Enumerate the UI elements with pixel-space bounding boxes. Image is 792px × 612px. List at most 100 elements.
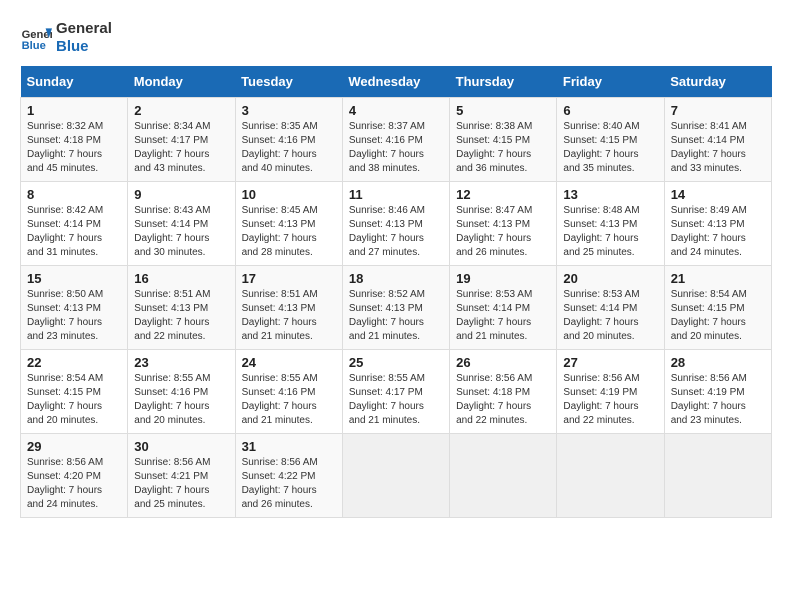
day-detail: Sunrise: 8:40 AMSunset: 4:15 PMDaylight:… [563,121,639,174]
calendar-table: SundayMondayTuesdayWednesdayThursdayFrid… [20,66,772,518]
col-header-tuesday: Tuesday [235,66,342,98]
day-detail: Sunrise: 8:42 AMSunset: 4:14 PMDaylight:… [27,205,103,258]
day-detail: Sunrise: 8:37 AMSunset: 4:16 PMDaylight:… [349,121,425,174]
day-detail: Sunrise: 8:48 AMSunset: 4:13 PMDaylight:… [563,205,639,258]
day-detail: Sunrise: 8:56 AMSunset: 4:19 PMDaylight:… [671,373,747,426]
day-number: 31 [242,439,336,454]
day-detail: Sunrise: 8:56 AMSunset: 4:21 PMDaylight:… [134,457,210,510]
day-number: 13 [563,187,657,202]
day-detail: Sunrise: 8:45 AMSunset: 4:13 PMDaylight:… [242,205,318,258]
calendar-week-1: 1 Sunrise: 8:32 AMSunset: 4:18 PMDayligh… [21,98,772,182]
col-header-thursday: Thursday [450,66,557,98]
day-detail: Sunrise: 8:56 AMSunset: 4:18 PMDaylight:… [456,373,532,426]
day-number: 29 [27,439,121,454]
day-number: 7 [671,103,765,118]
calendar-cell: 13 Sunrise: 8:48 AMSunset: 4:13 PMDaylig… [557,182,664,266]
day-detail: Sunrise: 8:55 AMSunset: 4:17 PMDaylight:… [349,373,425,426]
day-number: 19 [456,271,550,286]
col-header-saturday: Saturday [664,66,771,98]
day-detail: Sunrise: 8:51 AMSunset: 4:13 PMDaylight:… [134,289,210,342]
day-detail: Sunrise: 8:56 AMSunset: 4:20 PMDaylight:… [27,457,103,510]
day-number: 28 [671,355,765,370]
calendar-cell: 11 Sunrise: 8:46 AMSunset: 4:13 PMDaylig… [342,182,449,266]
day-detail: Sunrise: 8:52 AMSunset: 4:13 PMDaylight:… [349,289,425,342]
day-number: 2 [134,103,228,118]
day-detail: Sunrise: 8:35 AMSunset: 4:16 PMDaylight:… [242,121,318,174]
day-number: 16 [134,271,228,286]
day-detail: Sunrise: 8:56 AMSunset: 4:22 PMDaylight:… [242,457,318,510]
calendar-cell: 4 Sunrise: 8:37 AMSunset: 4:16 PMDayligh… [342,98,449,182]
day-number: 1 [27,103,121,118]
calendar-cell: 18 Sunrise: 8:52 AMSunset: 4:13 PMDaylig… [342,266,449,350]
calendar-cell: 30 Sunrise: 8:56 AMSunset: 4:21 PMDaylig… [128,434,235,518]
day-detail: Sunrise: 8:49 AMSunset: 4:13 PMDaylight:… [671,205,747,258]
logo-icon: General Blue [20,22,52,54]
day-number: 3 [242,103,336,118]
day-detail: Sunrise: 8:56 AMSunset: 4:19 PMDaylight:… [563,373,639,426]
calendar-cell: 25 Sunrise: 8:55 AMSunset: 4:17 PMDaylig… [342,350,449,434]
day-number: 25 [349,355,443,370]
logo-line1: General [56,20,112,38]
calendar-cell [664,434,771,518]
day-number: 15 [27,271,121,286]
calendar-cell: 24 Sunrise: 8:55 AMSunset: 4:16 PMDaylig… [235,350,342,434]
calendar-cell: 1 Sunrise: 8:32 AMSunset: 4:18 PMDayligh… [21,98,128,182]
calendar-cell: 15 Sunrise: 8:50 AMSunset: 4:13 PMDaylig… [21,266,128,350]
day-number: 17 [242,271,336,286]
calendar-cell: 2 Sunrise: 8:34 AMSunset: 4:17 PMDayligh… [128,98,235,182]
day-detail: Sunrise: 8:47 AMSunset: 4:13 PMDaylight:… [456,205,532,258]
calendar-cell: 28 Sunrise: 8:56 AMSunset: 4:19 PMDaylig… [664,350,771,434]
col-header-friday: Friday [557,66,664,98]
calendar-cell: 26 Sunrise: 8:56 AMSunset: 4:18 PMDaylig… [450,350,557,434]
day-number: 20 [563,271,657,286]
day-number: 26 [456,355,550,370]
calendar-week-5: 29 Sunrise: 8:56 AMSunset: 4:20 PMDaylig… [21,434,772,518]
day-number: 6 [563,103,657,118]
day-detail: Sunrise: 8:54 AMSunset: 4:15 PMDaylight:… [671,289,747,342]
calendar-cell: 9 Sunrise: 8:43 AMSunset: 4:14 PMDayligh… [128,182,235,266]
calendar-cell: 6 Sunrise: 8:40 AMSunset: 4:15 PMDayligh… [557,98,664,182]
calendar-cell [450,434,557,518]
day-number: 18 [349,271,443,286]
day-detail: Sunrise: 8:51 AMSunset: 4:13 PMDaylight:… [242,289,318,342]
calendar-cell: 21 Sunrise: 8:54 AMSunset: 4:15 PMDaylig… [664,266,771,350]
day-number: 4 [349,103,443,118]
col-header-sunday: Sunday [21,66,128,98]
day-number: 12 [456,187,550,202]
calendar-cell: 12 Sunrise: 8:47 AMSunset: 4:13 PMDaylig… [450,182,557,266]
calendar-cell: 31 Sunrise: 8:56 AMSunset: 4:22 PMDaylig… [235,434,342,518]
calendar-cell: 22 Sunrise: 8:54 AMSunset: 4:15 PMDaylig… [21,350,128,434]
logo: General Blue General Blue [20,20,112,56]
calendar-cell: 19 Sunrise: 8:53 AMSunset: 4:14 PMDaylig… [450,266,557,350]
calendar-week-4: 22 Sunrise: 8:54 AMSunset: 4:15 PMDaylig… [21,350,772,434]
day-detail: Sunrise: 8:46 AMSunset: 4:13 PMDaylight:… [349,205,425,258]
day-detail: Sunrise: 8:43 AMSunset: 4:14 PMDaylight:… [134,205,210,258]
day-detail: Sunrise: 8:53 AMSunset: 4:14 PMDaylight:… [563,289,639,342]
calendar-cell: 8 Sunrise: 8:42 AMSunset: 4:14 PMDayligh… [21,182,128,266]
day-number: 5 [456,103,550,118]
day-number: 23 [134,355,228,370]
calendar-week-2: 8 Sunrise: 8:42 AMSunset: 4:14 PMDayligh… [21,182,772,266]
calendar-cell: 20 Sunrise: 8:53 AMSunset: 4:14 PMDaylig… [557,266,664,350]
day-detail: Sunrise: 8:55 AMSunset: 4:16 PMDaylight:… [134,373,210,426]
day-number: 27 [563,355,657,370]
day-number: 22 [27,355,121,370]
header: General Blue General Blue [20,20,772,56]
day-number: 30 [134,439,228,454]
day-detail: Sunrise: 8:53 AMSunset: 4:14 PMDaylight:… [456,289,532,342]
calendar-cell: 29 Sunrise: 8:56 AMSunset: 4:20 PMDaylig… [21,434,128,518]
logo-line2: Blue [56,38,112,56]
day-detail: Sunrise: 8:38 AMSunset: 4:15 PMDaylight:… [456,121,532,174]
calendar-cell: 5 Sunrise: 8:38 AMSunset: 4:15 PMDayligh… [450,98,557,182]
day-number: 24 [242,355,336,370]
calendar-cell [342,434,449,518]
col-header-monday: Monday [128,66,235,98]
day-number: 10 [242,187,336,202]
day-number: 21 [671,271,765,286]
day-detail: Sunrise: 8:50 AMSunset: 4:13 PMDaylight:… [27,289,103,342]
calendar-cell: 3 Sunrise: 8:35 AMSunset: 4:16 PMDayligh… [235,98,342,182]
calendar-cell: 27 Sunrise: 8:56 AMSunset: 4:19 PMDaylig… [557,350,664,434]
day-detail: Sunrise: 8:54 AMSunset: 4:15 PMDaylight:… [27,373,103,426]
svg-text:Blue: Blue [22,40,46,52]
day-number: 14 [671,187,765,202]
